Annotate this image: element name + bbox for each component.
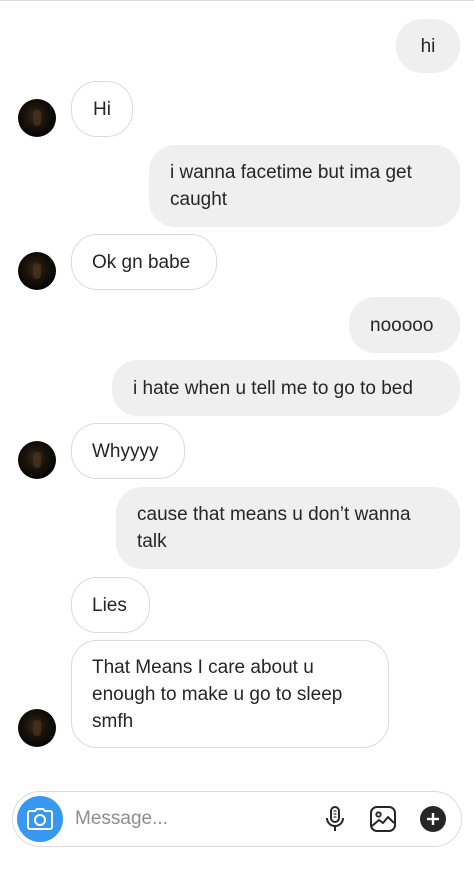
voice-message-button[interactable] <box>320 804 350 834</box>
contact-avatar[interactable] <box>18 99 56 137</box>
message-bubble-outgoing[interactable]: cause that means u don’t wanna talk <box>116 487 460 569</box>
add-button[interactable] <box>418 804 448 834</box>
contact-avatar[interactable] <box>18 709 56 747</box>
message-composer <box>12 791 462 847</box>
message-text: i hate when u tell me to go to bed <box>133 377 413 399</box>
message-bubble-outgoing[interactable]: nooooo <box>349 297 460 353</box>
message-bubble-incoming[interactable]: Whyyyy <box>71 423 185 479</box>
camera-button[interactable] <box>17 796 63 842</box>
message-bubble-outgoing[interactable]: hi <box>396 19 460 73</box>
message-text: i wanna facetime but ima get caught <box>170 162 412 210</box>
message-text: Lies <box>92 594 127 616</box>
message-text: Hi <box>93 98 111 120</box>
message-input[interactable] <box>75 804 315 834</box>
message-text: That Means I care about u enough to make… <box>92 656 343 732</box>
message-text: Ok gn babe <box>92 251 191 273</box>
microphone-icon <box>326 806 344 831</box>
message-text: cause that means u don’t wanna talk <box>137 504 411 552</box>
contact-avatar[interactable] <box>18 252 56 290</box>
message-bubble-incoming[interactable]: Lies <box>71 577 150 633</box>
contact-avatar[interactable] <box>18 441 56 479</box>
plus-icon <box>420 806 446 832</box>
message-bubble-incoming[interactable]: That Means I care about u enough to make… <box>71 640 389 748</box>
message-bubble-incoming[interactable]: Ok gn babe <box>71 234 217 290</box>
gallery-icon <box>370 806 396 832</box>
message-bubble-incoming[interactable]: Hi <box>71 81 133 137</box>
message-bubble-outgoing[interactable]: i hate when u tell me to go to bed <box>112 360 460 416</box>
message-text: nooooo <box>370 314 434 336</box>
message-bubble-outgoing[interactable]: i wanna facetime but ima get caught <box>149 145 460 227</box>
message-text: Whyyyy <box>92 440 159 462</box>
message-thread[interactable]: hi Hi i wanna facetime but ima get caugh… <box>0 0 474 780</box>
gallery-button[interactable] <box>368 804 398 834</box>
message-text: hi <box>420 35 436 57</box>
camera-icon <box>27 808 53 830</box>
